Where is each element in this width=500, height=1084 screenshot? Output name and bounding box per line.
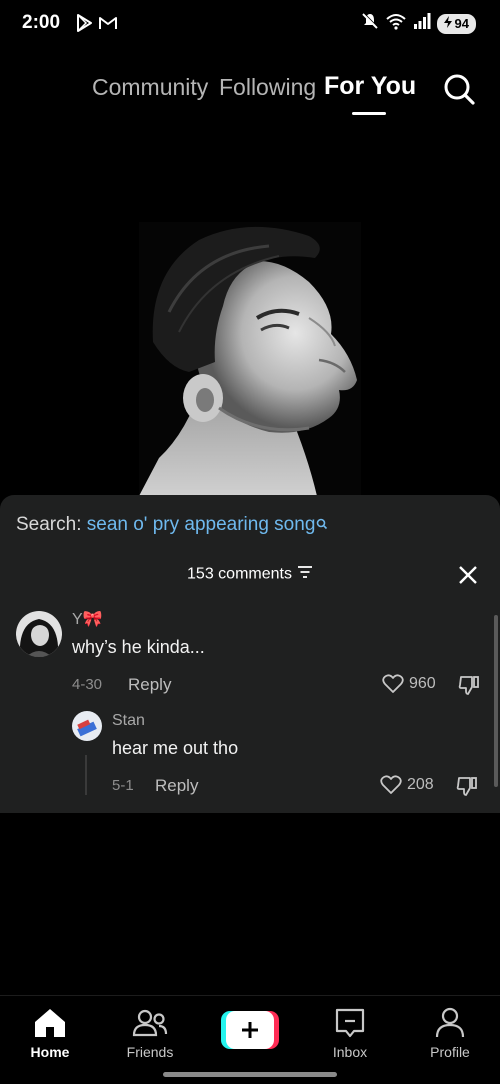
nav-profile-label: Profile — [430, 1044, 470, 1060]
home-icon — [35, 1009, 65, 1037]
comment-username[interactable]: Y🎀 — [72, 609, 103, 629]
battery-icon — [443, 15, 453, 33]
battery-badge: 94 — [436, 13, 476, 34]
nav-friends-label: Friends — [126, 1044, 174, 1060]
search-icon — [444, 74, 475, 105]
sort-filter-icon[interactable] — [297, 565, 313, 584]
active-tab-indicator — [352, 112, 386, 115]
bow-emoji: 🎀 — [82, 611, 103, 628]
nav-inbox-label: Inbox — [332, 1044, 368, 1060]
nav-friends[interactable]: Friends — [110, 1006, 190, 1060]
mute-icon — [361, 12, 379, 35]
nav-inbox[interactable]: Inbox — [310, 1006, 390, 1060]
home-indicator[interactable] — [163, 1072, 337, 1077]
nav-home-label: Home — [30, 1044, 70, 1060]
nav-profile[interactable]: Profile — [410, 1006, 490, 1060]
status-left-icons — [74, 13, 118, 38]
top-nav: Community Following For You — [0, 68, 500, 118]
reply-text: hear me out tho — [112, 738, 239, 758]
comment-count: 153 comments — [187, 565, 292, 583]
friends-icon — [132, 1009, 168, 1037]
reply-date: 5-1 — [112, 777, 134, 794]
search-button[interactable] — [440, 70, 478, 108]
thread-line — [85, 755, 87, 795]
comment-date: 4-30 — [72, 676, 103, 693]
plus-icon — [242, 1022, 258, 1038]
status-right-icons: 94 — [361, 12, 476, 35]
search-suggestion-prefix: Search: — [16, 514, 82, 535]
thumbs-down-icon — [458, 676, 479, 695]
comments-panel: Search: sean o' pry appearing song 153 c… — [0, 495, 500, 813]
reply-button[interactable]: Reply — [128, 675, 171, 695]
avatar-image — [72, 711, 102, 741]
create-button[interactable] — [221, 1011, 279, 1049]
play-store-icon — [74, 13, 94, 38]
reply-button[interactable]: Reply — [155, 776, 198, 796]
signal-icon — [413, 12, 431, 35]
heart-icon — [382, 674, 404, 693]
heart-icon — [380, 775, 402, 794]
nav-home[interactable]: Home — [10, 1006, 90, 1060]
like-button[interactable]: 960 — [382, 674, 436, 694]
tab-following[interactable]: Following — [219, 74, 316, 101]
video-player[interactable] — [139, 222, 361, 496]
tab-for-you[interactable]: For You — [324, 72, 416, 101]
close-comments-button[interactable] — [458, 565, 478, 585]
close-icon — [459, 566, 477, 584]
tab-community[interactable]: Community — [92, 74, 208, 101]
status-time: 2:00 — [22, 12, 61, 33]
bottom-nav: Home Friends Inbox Profile — [0, 995, 500, 1084]
dislike-button[interactable] — [456, 775, 478, 797]
status-bar: 2:00 94 — [0, 0, 500, 46]
profile-icon — [435, 1007, 465, 1038]
like-count: 960 — [409, 675, 436, 692]
battery-level: 94 — [454, 15, 469, 31]
avatar-image — [16, 611, 62, 657]
like-button[interactable]: 208 — [380, 775, 434, 795]
comment-text: why’s he kinda... — [72, 637, 205, 657]
wifi-icon — [385, 12, 407, 35]
video-frame-image — [139, 222, 361, 496]
reply-username[interactable]: Stan — [112, 712, 145, 730]
inbox-icon — [335, 1008, 365, 1038]
thumbs-down-icon — [456, 777, 477, 796]
scrollbar[interactable] — [494, 615, 498, 787]
comment-count-header[interactable]: 153 comments — [0, 565, 500, 584]
dislike-button[interactable] — [458, 674, 480, 696]
avatar[interactable] — [16, 611, 62, 657]
gmail-icon — [98, 13, 118, 38]
search-suggestion-query[interactable]: sean o' pry appearing song — [87, 514, 316, 535]
search-suggestion[interactable]: Search: sean o' pry appearing song — [16, 514, 328, 536]
avatar[interactable] — [72, 711, 102, 741]
like-count: 208 — [407, 776, 434, 793]
search-small-icon — [316, 514, 328, 536]
